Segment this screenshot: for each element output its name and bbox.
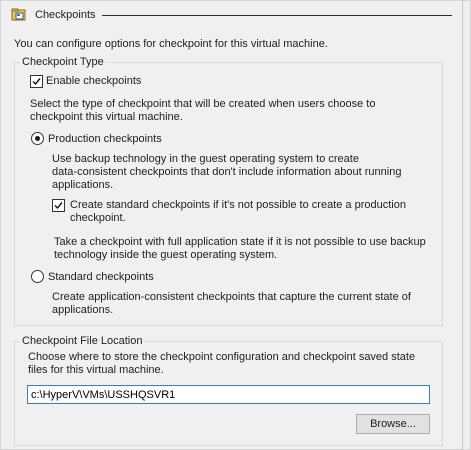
- file-location-description-line-2: files for this virtual machine.: [28, 364, 164, 376]
- enable-checkpoints-checkbox[interactable]: [30, 75, 43, 88]
- create-standard-fallback-label-line-2[interactable]: checkpoint.: [70, 212, 126, 225]
- browse-button[interactable]: Browse...: [356, 414, 430, 434]
- production-description-line-3: applications.: [52, 179, 114, 191]
- production-description-line-1: Use backup technology in the guest opera…: [52, 153, 359, 165]
- radio-selected-dot: [35, 136, 40, 141]
- checkmark-icon: [32, 78, 41, 86]
- fallback-note-line-1: Take a checkpoint with full application …: [54, 236, 426, 248]
- file-location-description-line-1: Choose where to store the checkpoint con…: [28, 351, 416, 363]
- production-checkpoints-radio[interactable]: [31, 132, 44, 145]
- production-description-line-2: data-consistent checkpoints that don't i…: [52, 166, 402, 178]
- create-standard-fallback-label-line-1[interactable]: Create standard checkpoints if it's not …: [70, 199, 406, 212]
- select-type-text-line-1: Select the type of checkpoint that will …: [30, 98, 376, 110]
- fallback-note-line-2: technology inside the guest operating sy…: [54, 249, 278, 261]
- standard-checkpoints-radio[interactable]: [31, 270, 44, 283]
- checkmark-icon: [54, 202, 63, 210]
- file-location-legend: Checkpoint File Location: [20, 335, 145, 348]
- standard-description-line-2: applications.: [52, 304, 114, 316]
- production-checkpoints-label[interactable]: Production checkpoints: [48, 133, 162, 146]
- standard-description-line-1: Create application-consistent checkpoint…: [52, 291, 411, 303]
- checkpoint-folder-icon: [11, 8, 27, 22]
- section-divider: [102, 15, 452, 16]
- intro-text: You can configure options for checkpoint…: [14, 38, 328, 50]
- checkpoint-type-legend: Checkpoint Type: [20, 56, 106, 69]
- panel-right-edge: [462, 0, 463, 450]
- enable-checkpoints-label[interactable]: Enable checkpoints: [46, 75, 141, 88]
- standard-checkpoints-label[interactable]: Standard checkpoints: [48, 271, 154, 284]
- create-standard-fallback-checkbox[interactable]: [52, 199, 65, 212]
- checkpoint-path-input[interactable]: [27, 385, 430, 404]
- select-type-text-line-2: checkpoint this virtual machine.: [30, 111, 183, 123]
- section-title: Checkpoints: [35, 9, 96, 21]
